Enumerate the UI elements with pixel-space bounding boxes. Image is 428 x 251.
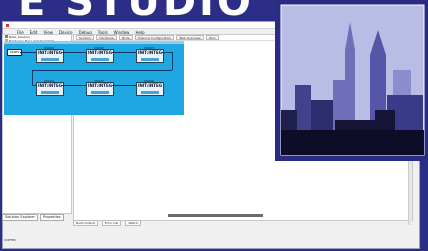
wire bbox=[32, 70, 33, 85]
function-block[interactable]: CSX03 INIT:INTEG bbox=[136, 46, 164, 64]
block-port bbox=[41, 58, 59, 61]
status-bar-label: COPTEC bbox=[4, 238, 17, 242]
block-body: INIT:INTEG bbox=[86, 82, 114, 96]
status-tabs: Build Output Error List Watch bbox=[73, 219, 411, 226]
block-port bbox=[41, 91, 59, 94]
tab-solution-explorer[interactable]: Solution Explorer bbox=[2, 214, 38, 221]
tab-channel-configuration[interactable]: Channel Configuration bbox=[134, 35, 175, 40]
tab-task-overview[interactable]: Task Overview bbox=[176, 35, 204, 40]
block-label: INIT:INTEG bbox=[87, 50, 112, 55]
app-icon bbox=[6, 23, 9, 27]
block-body: INIT:INTEG bbox=[36, 49, 64, 63]
wire bbox=[112, 52, 136, 53]
left-panel-tabs: Solution Explorer Properties bbox=[2, 214, 72, 221]
function-block[interactable]: CSX02 INIT:INTEG bbox=[86, 46, 114, 64]
horizontal-scrollbar[interactable] bbox=[168, 214, 263, 217]
block-body: INIT:INTEG bbox=[136, 49, 164, 63]
city-skyline-illustration bbox=[275, 0, 428, 161]
tab-watch[interactable]: Watch bbox=[125, 219, 141, 226]
block-port bbox=[91, 58, 109, 61]
block-port bbox=[91, 91, 109, 94]
wire bbox=[172, 52, 173, 70]
wire bbox=[32, 70, 172, 71]
diagram-header bbox=[4, 41, 184, 44]
block-port bbox=[141, 58, 159, 61]
brand-banner: E STUDIO bbox=[0, 0, 288, 18]
tab-node[interactable]: Node bbox=[118, 35, 133, 40]
function-block[interactable]: CSX05 INIT:INTEG bbox=[86, 79, 114, 97]
wire bbox=[32, 85, 36, 86]
block-port bbox=[141, 91, 159, 94]
function-block[interactable]: CSX06 INIT:INTEG bbox=[136, 79, 164, 97]
tab-item[interactable]: Item bbox=[205, 35, 219, 40]
block-body: INIT:INTEG bbox=[136, 82, 164, 96]
wire bbox=[162, 52, 172, 53]
tab-solution[interactable]: Solution bbox=[76, 35, 95, 40]
tab-build-output[interactable]: Build Output bbox=[73, 219, 98, 226]
wire bbox=[62, 52, 86, 53]
block-label: INIT:INTEG bbox=[37, 50, 62, 55]
skyline-svg bbox=[280, 4, 425, 156]
folder-icon bbox=[5, 35, 8, 39]
block-label: INIT:INTEG bbox=[137, 50, 162, 55]
function-block[interactable]: CSX01 INIT:INTEG bbox=[36, 46, 64, 64]
function-block[interactable]: CSX04 INIT:INTEG bbox=[36, 79, 64, 97]
wire bbox=[62, 85, 86, 86]
tab-hardware[interactable]: Hardware bbox=[96, 35, 117, 40]
block-label: INIT:INTEG bbox=[137, 83, 162, 88]
wire bbox=[112, 85, 136, 86]
wire bbox=[20, 52, 36, 53]
tab-properties[interactable]: Properties bbox=[39, 214, 64, 221]
block-label: INIT:INTEG bbox=[37, 83, 62, 88]
block-body: INIT:INTEG bbox=[86, 49, 114, 63]
program-diagram[interactable]: START CSX01 INIT:INTEG CSX02 INIT:INTEG CSX0… bbox=[4, 41, 184, 115]
block-body: INIT:INTEG bbox=[36, 82, 64, 96]
tab-error-list[interactable]: Error List bbox=[101, 219, 122, 226]
block-label: INIT:INTEG bbox=[87, 83, 112, 88]
